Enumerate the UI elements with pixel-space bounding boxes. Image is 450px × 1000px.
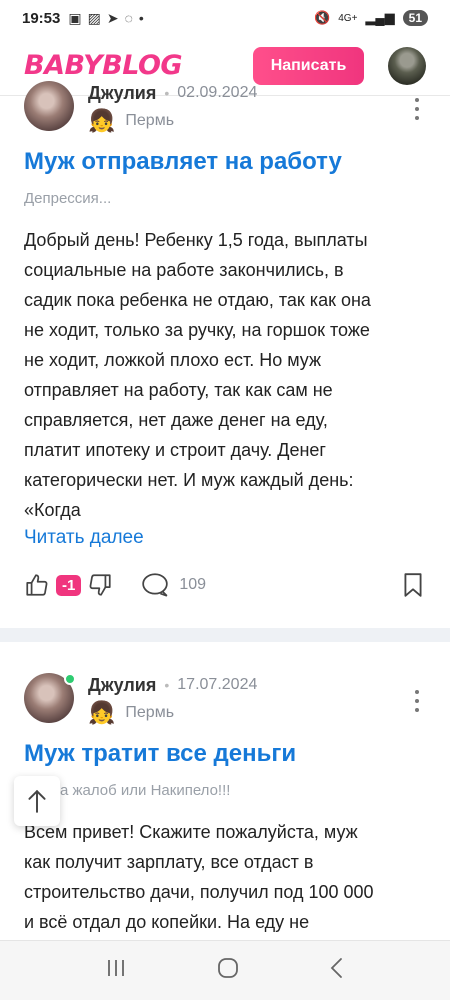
- read-more-link[interactable]: Читать далее: [24, 527, 144, 549]
- post-body[interactable]: Всем привет! Скажите пожалуйста, муж как…: [24, 817, 424, 937]
- post-card: Джулия • 02.09.2024 👧 Пермь Муж отправля…: [0, 81, 450, 628]
- babyblog-logo[interactable]: BABYBLOG: [24, 50, 183, 81]
- body-line: Всем привет! Скажите пожалуйста, муж: [24, 822, 358, 842]
- girl-emoji-icon: 👧: [88, 108, 116, 133]
- notification-dot: •: [138, 10, 144, 26]
- post-category[interactable]: а жалоб или Накипело!!!: [60, 782, 230, 799]
- body-line: и всё отдал до копейки. На еду не: [24, 912, 310, 932]
- body-line: не ходит, только за ручку, на горшок тож…: [24, 320, 370, 340]
- post-date: 02.09.2024: [177, 84, 258, 101]
- post-author-row: Джулия • 02.09.2024 👧 Пермь: [24, 80, 257, 132]
- separator-dot: •: [164, 677, 170, 693]
- image-icon: ▨: [87, 9, 101, 26]
- more-options-icon[interactable]: [414, 98, 420, 120]
- post-actions: -1 109: [24, 570, 424, 600]
- comments-count[interactable]: 109: [179, 576, 206, 594]
- author-name[interactable]: Джулия: [88, 675, 156, 696]
- body-line: отправляет на работу, так как сам не: [24, 380, 333, 400]
- like-icon[interactable]: [24, 572, 50, 598]
- post-card: Джулия • 17.07.2024 👧 Пермь Муж тратит в…: [0, 642, 450, 942]
- arrow-up-icon: [28, 789, 46, 813]
- body-line: как получит зарплату, все отдаст в: [24, 852, 314, 872]
- body-line: Добрый день! Ребенку 1,5 года, выплаты: [24, 230, 368, 250]
- status-time: 19:53: [22, 9, 61, 27]
- separator-dot: •: [164, 85, 170, 101]
- girl-emoji-icon: 👧: [88, 700, 116, 725]
- bookmark-icon[interactable]: [402, 572, 424, 598]
- user-avatar[interactable]: [388, 46, 426, 85]
- telegram-icon: ➤: [106, 9, 119, 26]
- dislike-icon[interactable]: [87, 572, 113, 598]
- system-nav-bar: [0, 940, 450, 1000]
- body-line: платит ипотеку и строит дачу. Денег: [24, 440, 326, 460]
- body-line: не ходит, ложкой плохо ест. Но муж: [24, 350, 322, 370]
- notification-icons: ▣ ▨ ➤ ◌ •: [68, 10, 143, 27]
- body-line: справляется, нет даже денег на еду,: [24, 410, 328, 430]
- body-line: строительство дачи, получил под 100 000: [24, 882, 374, 902]
- comment-icon[interactable]: [141, 572, 169, 598]
- body-line: «Когда: [24, 500, 81, 520]
- body-line: социальные на работе закончились, в: [24, 260, 344, 280]
- author-city: Пермь: [125, 704, 175, 721]
- network-label: 4G+: [338, 12, 358, 24]
- author-name[interactable]: Джулия: [88, 83, 156, 104]
- post-category[interactable]: Депрессия...: [24, 190, 111, 207]
- body-line: садик пока ребенка не отдаю, так как она: [24, 290, 371, 310]
- author-avatar[interactable]: [24, 673, 76, 723]
- write-button[interactable]: Написать: [253, 46, 364, 85]
- home-icon[interactable]: [217, 957, 239, 984]
- whatsapp-icon: ◌: [124, 10, 133, 26]
- post-date: 17.07.2024: [177, 676, 258, 693]
- scroll-to-top-button[interactable]: [14, 776, 60, 826]
- screenshot-icon: ▣: [68, 9, 82, 26]
- online-status-icon: [64, 673, 76, 685]
- rating-badge: -1: [56, 574, 82, 596]
- battery-icon: 51: [402, 10, 428, 26]
- post-title[interactable]: Муж тратит все деньги: [24, 740, 296, 768]
- recent-apps-icon[interactable]: [105, 958, 127, 983]
- more-options-icon[interactable]: [414, 690, 420, 712]
- author-avatar[interactable]: [24, 81, 74, 131]
- author-city: Пермь: [125, 112, 175, 129]
- post-title[interactable]: Муж отправляет на работу: [24, 148, 342, 176]
- body-line: категорически нет. И муж каждый день:: [24, 470, 354, 490]
- signal-icon: ▂▄▆: [365, 10, 395, 25]
- post-author-row: Джулия • 17.07.2024 👧 Пермь: [24, 672, 257, 724]
- post-body[interactable]: Добрый день! Ребенку 1,5 года, выплаты с…: [24, 225, 424, 525]
- mute-icon: 🔇: [314, 10, 331, 25]
- back-icon[interactable]: [329, 957, 345, 984]
- status-bar: 19:53 ▣ ▨ ➤ ◌ • 🔇 4G+ ▂▄▆ 51: [0, 0, 450, 36]
